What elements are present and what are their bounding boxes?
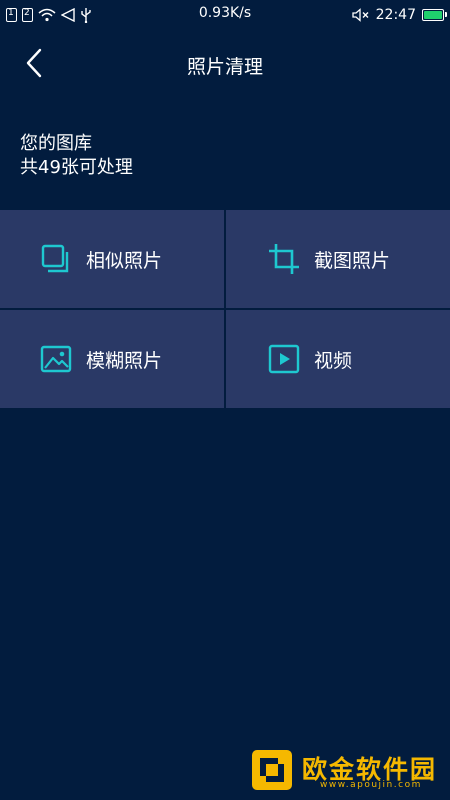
crop-icon [269, 244, 299, 274]
screenshot-photos-button[interactable]: 截图照片 [226, 210, 450, 308]
mute-icon [351, 8, 369, 22]
similar-photos-label: 相似照片 [86, 249, 163, 272]
similar-photos-button[interactable]: 相似照片 [0, 210, 224, 308]
video-button[interactable]: 视频 [226, 310, 450, 408]
battery-icon [422, 9, 447, 21]
summary-count: 共49张可处理 [20, 157, 133, 178]
summary-heading: 您的图库 [20, 133, 92, 154]
clock: 22:47 [375, 7, 416, 23]
watermark: 欧金软件园 www.apoujin.com [250, 748, 445, 796]
screenshot-photos-label: 截图照片 [314, 249, 391, 272]
status-bar: 1 2 0.93K/s 22:47 [0, 0, 450, 30]
blurry-photos-button[interactable]: 模糊照片 [0, 310, 224, 408]
gallery-summary: 您的图库 共49张可处理 [20, 132, 133, 180]
similar-photos-icon [41, 244, 69, 273]
video-icon [268, 344, 300, 374]
image-icon [40, 345, 72, 373]
video-label: 视频 [314, 349, 353, 372]
header: 照片清理 [0, 30, 450, 98]
status-right: 22:47 [351, 5, 447, 25]
blurry-photos-label: 模糊照片 [86, 349, 163, 372]
battery-fill [424, 11, 442, 19]
page-title: 照片清理 [186, 56, 263, 78]
category-grid: 相似照片 截图照片 模糊照片 视频 [0, 210, 450, 408]
watermark-logo-icon [252, 750, 292, 790]
watermark-url: www.apoujin.com [320, 780, 422, 790]
